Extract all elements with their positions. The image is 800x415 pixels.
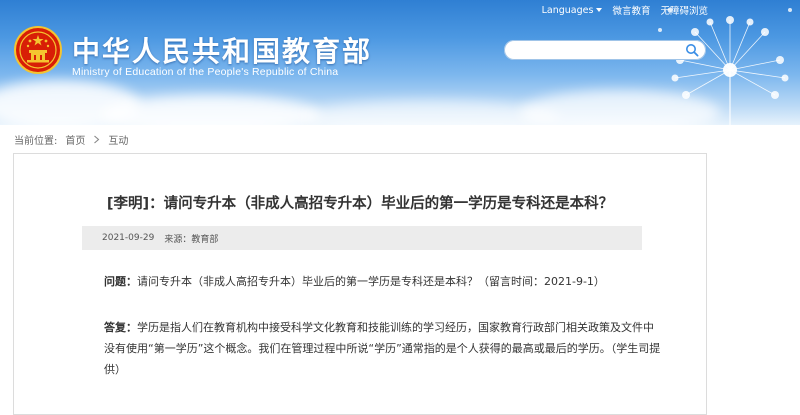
answer-label: 答复：: [104, 321, 137, 334]
breadcrumb-home[interactable]: 首页: [65, 132, 85, 147]
article-panel: [李明]：请问专升本（非成人高招专升本）毕业后的第一学历是专科还是本科？ 202…: [13, 153, 707, 415]
question-label: 问题：: [104, 275, 137, 288]
question-text: 请问专升本（非成人高招专升本）毕业后的第一学历是专科还是本科？（留言时间：202…: [137, 275, 605, 288]
languages-dropdown[interactable]: Languages: [542, 5, 603, 16]
breadcrumb: 当前位置: 首页 互动: [14, 132, 128, 147]
breadcrumb-interaction[interactable]: 互动: [108, 132, 128, 147]
accessibility-link[interactable]: 无障碍浏览: [660, 3, 708, 17]
site-title-english: Ministry of Education of the People's Re…: [72, 66, 339, 78]
national-emblem-icon: [14, 26, 62, 74]
article-date: 2021-09-29: [102, 233, 155, 243]
search-input[interactable]: [514, 43, 686, 59]
article-meta: 2021-09-29 来源：教育部: [82, 226, 642, 250]
languages-label: Languages: [541, 4, 594, 16]
site-header: 中华人民共和国教育部 Ministry of Education of the …: [0, 0, 800, 125]
top-links: Languages 微言教育 无障碍浏览: [542, 3, 708, 18]
question-paragraph: 问题：请问专升本（非成人高招专升本）毕业后的第一学历是专科还是本科？（留言时间：…: [104, 271, 664, 292]
breadcrumb-label: 当前位置:: [14, 136, 58, 147]
chevron-right-icon: [94, 135, 100, 144]
weibo-link[interactable]: 微言教育: [612, 3, 650, 17]
search-icon[interactable]: [685, 43, 699, 57]
dandelion-decoration: [658, 7, 792, 125]
answer-paragraph: 答复：学历是指人们在教育机构中接受科学文化教育和技能训练的学习经历，国家教育行政…: [104, 317, 664, 380]
search-box: [504, 40, 706, 60]
caret-down-icon: [596, 8, 603, 12]
answer-text: 学历是指人们在教育机构中接受科学文化教育和技能训练的学习经历，国家教育行政部门相…: [104, 321, 661, 376]
article-title: [李明]：请问专升本（非成人高招专升本）毕业后的第一学历是专科还是本科？: [106, 196, 614, 212]
article-source: 来源：教育部: [164, 234, 219, 245]
site-title-chinese: 中华人民共和国教育部: [72, 35, 373, 68]
